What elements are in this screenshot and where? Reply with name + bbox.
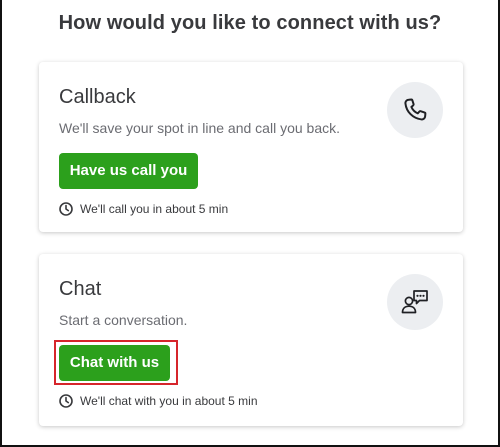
chat-agent-icon — [401, 290, 428, 314]
page-heading: How would you like to connect with us? — [58, 12, 442, 34]
callback-card: Callback We'll save your spot in line an… — [39, 62, 463, 232]
chat-icon-badge — [387, 274, 443, 330]
phone-icon-badge — [387, 82, 443, 138]
callback-title: Callback — [59, 86, 136, 108]
chat-wait-time: We'll chat with you in about 5 min — [59, 394, 258, 408]
chat-wait-text: We'll chat with you in about 5 min — [80, 394, 258, 408]
callback-wait-text: We'll call you in about 5 min — [80, 202, 229, 216]
clock-icon — [59, 202, 73, 216]
chat-card: Chat Start a conversation. Chat with us … — [39, 254, 463, 426]
chat-description: Start a conversation. — [59, 312, 188, 328]
highlight-box — [54, 340, 178, 385]
callback-description: We'll save your spot in line and call yo… — [59, 120, 341, 136]
chat-title: Chat — [59, 278, 102, 300]
callback-wait-time: We'll call you in about 5 min — [59, 202, 228, 216]
have-us-call-you-button[interactable]: Have us call you — [59, 153, 198, 189]
phone-icon — [404, 98, 427, 121]
clock-icon — [59, 394, 73, 408]
